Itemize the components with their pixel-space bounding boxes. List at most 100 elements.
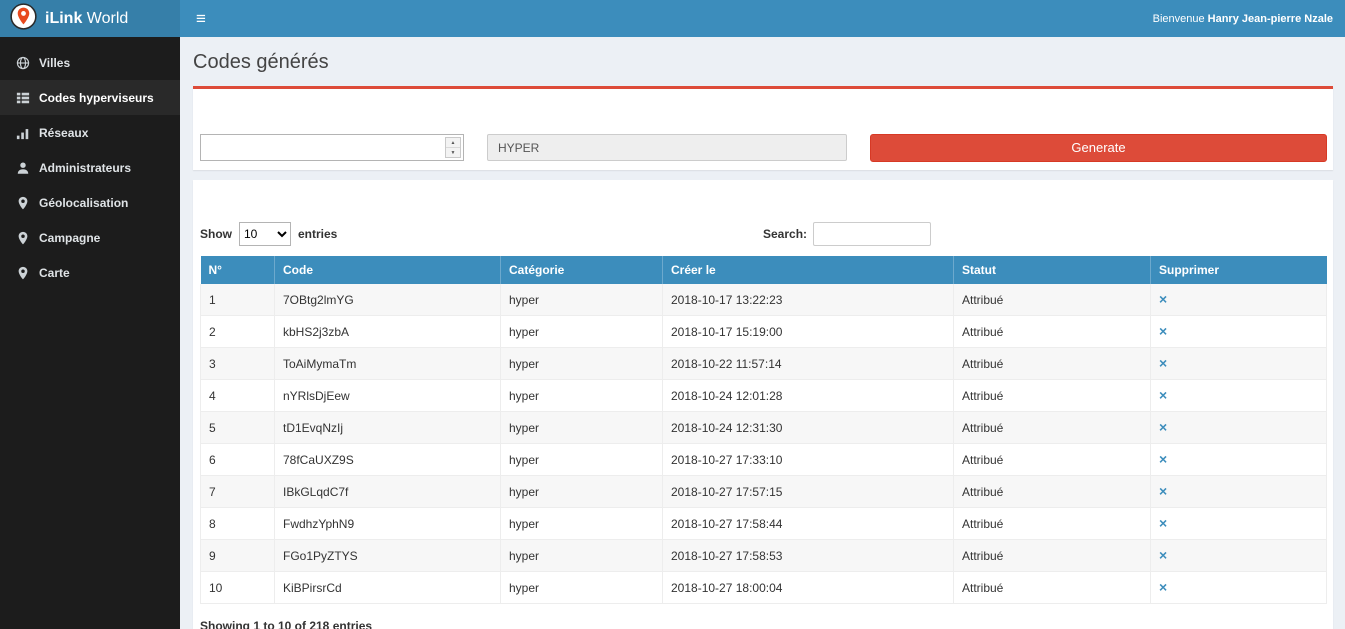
delete-icon[interactable]: ×	[1159, 355, 1167, 371]
cell-delete: ×	[1151, 284, 1327, 316]
brand[interactable]: iLink World	[0, 0, 180, 37]
cell-num: 3	[201, 348, 275, 380]
spinner-up-button[interactable]: ▲	[446, 138, 460, 148]
cell-category: hyper	[501, 444, 663, 476]
cell-delete: ×	[1151, 412, 1327, 444]
sidebar-item-label: Réseaux	[39, 126, 88, 140]
search-input[interactable]	[813, 222, 931, 246]
delete-icon[interactable]: ×	[1159, 291, 1167, 307]
sidebar-item-label: Campagne	[39, 231, 100, 245]
sidebar-toggle-button[interactable]: ≡	[180, 0, 222, 37]
cell-status: Attribué	[954, 380, 1151, 412]
page-title: Codes générés	[193, 51, 329, 74]
sidebar-item-villes[interactable]: Villes	[0, 45, 180, 80]
cell-category: hyper	[501, 508, 663, 540]
cell-num: 2	[201, 316, 275, 348]
search-label: Search:	[763, 227, 807, 241]
cell-num: 8	[201, 508, 275, 540]
cell-created: 2018-10-27 17:57:15	[663, 476, 954, 508]
cell-status: Attribué	[954, 284, 1151, 316]
cell-category: hyper	[501, 572, 663, 604]
cell-code: FGo1PyZTYS	[275, 540, 501, 572]
cell-num: 5	[201, 412, 275, 444]
search-control: Search:	[763, 222, 1326, 246]
cell-status: Attribué	[954, 476, 1151, 508]
cell-created: 2018-10-22 11:57:14	[663, 348, 954, 380]
cell-created: 2018-10-27 17:58:44	[663, 508, 954, 540]
user-icon	[15, 160, 30, 175]
cell-delete: ×	[1151, 380, 1327, 412]
globe-icon	[15, 55, 30, 70]
category-field	[487, 134, 847, 161]
delete-icon[interactable]: ×	[1159, 387, 1167, 403]
cell-code: KiBPirsrCd	[275, 572, 501, 604]
cell-category: hyper	[501, 348, 663, 380]
cell-created: 2018-10-24 12:01:28	[663, 380, 954, 412]
map-marker-icon	[15, 265, 30, 280]
table-row: 3 ToAiMymaTm hyper 2018-10-22 11:57:14 A…	[201, 348, 1327, 380]
sidebar-item-codes-hyperviseurs[interactable]: Codes hyperviseurs	[0, 80, 180, 115]
codes-table-panel: Show 10 entries Search:	[193, 180, 1333, 629]
spinner-down-button[interactable]: ▼	[446, 148, 460, 157]
show-label: Show	[200, 227, 232, 241]
page-length-select[interactable]: 10	[239, 222, 291, 246]
sidebar-item-label: Administrateurs	[39, 161, 131, 175]
sidebar-item-reseaux[interactable]: Réseaux	[0, 115, 180, 150]
quantity-input-wrap: ▲ ▼	[200, 134, 464, 161]
table-row: 9 FGo1PyZTYS hyper 2018-10-27 17:58:53 A…	[201, 540, 1327, 572]
column-header-supprimer: Supprimer	[1151, 256, 1327, 284]
delete-icon[interactable]: ×	[1159, 451, 1167, 467]
signal-icon	[15, 125, 30, 140]
table-row: 4 nYRlsDjEew hyper 2018-10-24 12:01:28 A…	[201, 380, 1327, 412]
cell-code: 78fCaUXZ9S	[275, 444, 501, 476]
codes-table: N° Code Catégorie Créer le Statut Suppri…	[200, 256, 1327, 604]
sidebar-item-administrateurs[interactable]: Administrateurs	[0, 150, 180, 185]
delete-icon[interactable]: ×	[1159, 547, 1167, 563]
table-row: 8 FwdhzYphN9 hyper 2018-10-27 17:58:44 A…	[201, 508, 1327, 540]
delete-icon[interactable]: ×	[1159, 483, 1167, 499]
cell-num: 6	[201, 444, 275, 476]
cell-code: FwdhzYphN9	[275, 508, 501, 540]
cell-delete: ×	[1151, 348, 1327, 380]
cell-status: Attribué	[954, 444, 1151, 476]
cell-delete: ×	[1151, 572, 1327, 604]
cell-created: 2018-10-27 17:33:10	[663, 444, 954, 476]
table-row: 2 kbHS2j3zbA hyper 2018-10-17 15:19:00 A…	[201, 316, 1327, 348]
cell-delete: ×	[1151, 540, 1327, 572]
sidebar-item-carte[interactable]: Carte	[0, 255, 180, 290]
sidebar-item-geolocalisation[interactable]: Géolocalisation	[0, 185, 180, 220]
cell-category: hyper	[501, 476, 663, 508]
table-row: 10 KiBPirsrCd hyper 2018-10-27 18:00:04 …	[201, 572, 1327, 604]
cell-created: 2018-10-27 18:00:04	[663, 572, 954, 604]
cell-num: 1	[201, 284, 275, 316]
sidebar-item-label: Géolocalisation	[39, 196, 128, 210]
cell-code: kbHS2j3zbA	[275, 316, 501, 348]
cell-created: 2018-10-27 17:58:53	[663, 540, 954, 572]
map-marker-icon	[15, 195, 30, 210]
app-window: iLink World ≡ BienvenueHanry Jean-pierre…	[0, 0, 1345, 629]
delete-icon[interactable]: ×	[1159, 323, 1167, 339]
delete-icon[interactable]: ×	[1159, 515, 1167, 531]
cell-status: Attribué	[954, 316, 1151, 348]
sidebar-item-label: Villes	[39, 56, 70, 70]
cell-num: 9	[201, 540, 275, 572]
cell-code: ToAiMymaTm	[275, 348, 501, 380]
cell-status: Attribué	[954, 508, 1151, 540]
cell-code: tD1EvqNzIj	[275, 412, 501, 444]
main-content: Codes générés ▲ ▼ Generate Show 10	[180, 37, 1345, 629]
delete-icon[interactable]: ×	[1159, 579, 1167, 595]
cell-status: Attribué	[954, 540, 1151, 572]
table-info-text: Showing 1 to 10 of 218 entries	[200, 619, 1326, 629]
sidebar-item-label: Carte	[39, 266, 70, 280]
quantity-input[interactable]	[201, 135, 463, 160]
sidebar-item-campagne[interactable]: Campagne	[0, 220, 180, 255]
sidebar: Villes Codes hyperviseurs Réseaux	[0, 37, 180, 629]
table-row: 6 78fCaUXZ9S hyper 2018-10-27 17:33:10 A…	[201, 444, 1327, 476]
code-generator-panel: ▲ ▼ Generate	[193, 86, 1333, 170]
cell-num: 4	[201, 380, 275, 412]
table-row: 7 IBkGLqdC7f hyper 2018-10-27 17:57:15 A…	[201, 476, 1327, 508]
generate-button[interactable]: Generate	[870, 134, 1327, 162]
number-spinner: ▲ ▼	[445, 137, 461, 158]
delete-icon[interactable]: ×	[1159, 419, 1167, 435]
top-navbar: iLink World ≡ BienvenueHanry Jean-pierre…	[0, 0, 1345, 37]
